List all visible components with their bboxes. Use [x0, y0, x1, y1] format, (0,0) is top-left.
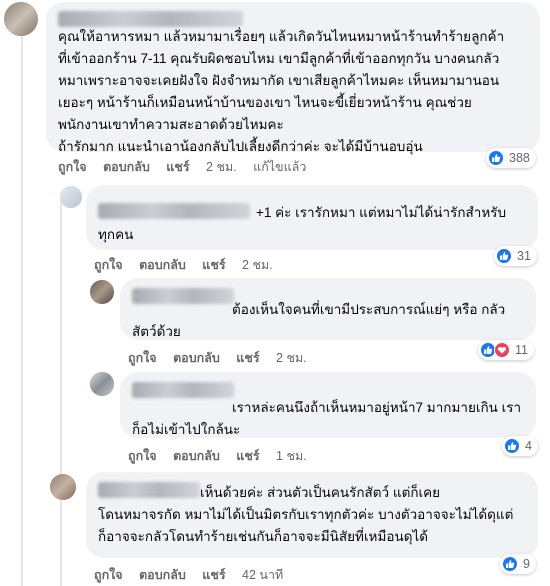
reaction-count: 31	[517, 249, 531, 263]
reaction-count: 4	[525, 439, 532, 453]
share-button[interactable]: แชร์	[236, 449, 259, 463]
heart-icon	[494, 342, 510, 358]
avatar[interactable]	[60, 186, 82, 208]
reaction-count: 11	[515, 343, 528, 357]
edited-label: แก้ไขแล้ว	[253, 160, 307, 174]
author-name[interactable]	[58, 11, 243, 27]
comment-actions: ถูกใจ ตอบกลับ แชร์ 2 ชม. แก้ไขแล้ว	[58, 157, 319, 177]
timestamp[interactable]: 2 ชม.	[276, 351, 307, 365]
reaction-badge[interactable]: 31	[494, 246, 537, 266]
reply-button[interactable]: ตอบกลับ	[173, 449, 220, 463]
comment-text: เราหล่ะคนนึงถ้าเห็นหมาอยู่หน้า7 มากมายเก…	[132, 400, 522, 437]
thread-line	[21, 36, 23, 586]
comment-bubble: คุณให้อาหารหมา แล้วหมามาเรื่อยๆ แล้วเกิด…	[46, 2, 540, 154]
like-button[interactable]: ถูกใจ	[94, 568, 123, 582]
comment-text: +1 ค่ะ เรารักหมา แต่หมาไม่ได้น่ารักสำหรั…	[98, 205, 507, 242]
comment-actions: ถูกใจ ตอบกลับ แชร์ 2 ชม.	[94, 255, 286, 275]
like-button[interactable]: ถูกใจ	[58, 160, 87, 174]
timestamp[interactable]: 2 ชม.	[206, 160, 237, 174]
timestamp[interactable]: 2 ชม.	[242, 258, 273, 272]
share-button[interactable]: แชร์	[202, 568, 225, 582]
share-button[interactable]: แชร์	[166, 160, 189, 174]
comment-bubble: ต้องเห็นใจคนที่เขามีประสบการณ์แย่ๆ หรือ …	[120, 278, 536, 340]
reply-button[interactable]: ตอบกลับ	[103, 160, 150, 174]
comment-actions: ถูกใจ ตอบกลับ แชร์ 42 นาที	[94, 565, 296, 585]
thumbs-up-icon	[502, 556, 518, 572]
reply-button[interactable]: ตอบกลับ	[139, 568, 186, 582]
reaction-badge[interactable]: 11	[478, 340, 534, 360]
author-name[interactable]	[132, 382, 234, 398]
share-button[interactable]: แชร์	[236, 351, 259, 365]
avatar[interactable]	[4, 2, 38, 36]
comment-text: คุณให้อาหารหมา แล้วหมามาเรื่อยๆ แล้วเกิด…	[58, 29, 505, 154]
comment-actions: ถูกใจ ตอบกลับ แชร์ 1 ชม.	[128, 446, 320, 466]
comment-text: ต้องเห็นใจคนที่เขามีประสบการณ์แย่ๆ หรือ …	[132, 302, 506, 339]
avatar[interactable]	[50, 474, 76, 500]
reaction-badge[interactable]: 388	[486, 148, 536, 168]
thumbs-up-icon	[504, 438, 520, 454]
avatar[interactable]	[90, 372, 114, 396]
reaction-badge[interactable]: 9	[500, 554, 536, 574]
reply-button[interactable]: ตอบกลับ	[139, 258, 186, 272]
thumbs-up-icon	[496, 248, 512, 264]
like-button[interactable]: ถูกใจ	[94, 258, 123, 272]
thumbs-up-icon	[488, 150, 504, 166]
share-button[interactable]: แชร์	[202, 258, 225, 272]
reaction-count: 9	[523, 557, 530, 571]
comment-bubble: +1 ค่ะ เรารักหมา แต่หมาไม่ได้น่ารักสำหรั…	[86, 185, 538, 250]
timestamp[interactable]: 42 นาที	[242, 568, 283, 582]
avatar[interactable]	[90, 280, 114, 304]
reaction-badge[interactable]: 4	[502, 436, 538, 456]
timestamp[interactable]: 1 ชม.	[276, 449, 307, 463]
like-button[interactable]: ถูกใจ	[128, 351, 157, 365]
reply-button[interactable]: ตอบกลับ	[173, 351, 220, 365]
comment-text: เห็นด้วยค่ะ ส่วนตัวเป็นคนรักสัตว์ แต่ก็เ…	[98, 485, 514, 544]
reaction-count: 388	[509, 151, 530, 165]
comment-bubble: เห็นด้วยค่ะ ส่วนตัวเป็นคนรักสัตว์ แต่ก็เ…	[86, 472, 538, 558]
comment-bubble: เราหล่ะคนนึงถ้าเห็นหมาอยู่หน้า7 มากมายเก…	[120, 372, 536, 438]
thread-line	[60, 200, 62, 586]
comment-actions: ถูกใจ ตอบกลับ แชร์ 2 ชม.	[128, 348, 320, 368]
like-button[interactable]: ถูกใจ	[128, 449, 157, 463]
